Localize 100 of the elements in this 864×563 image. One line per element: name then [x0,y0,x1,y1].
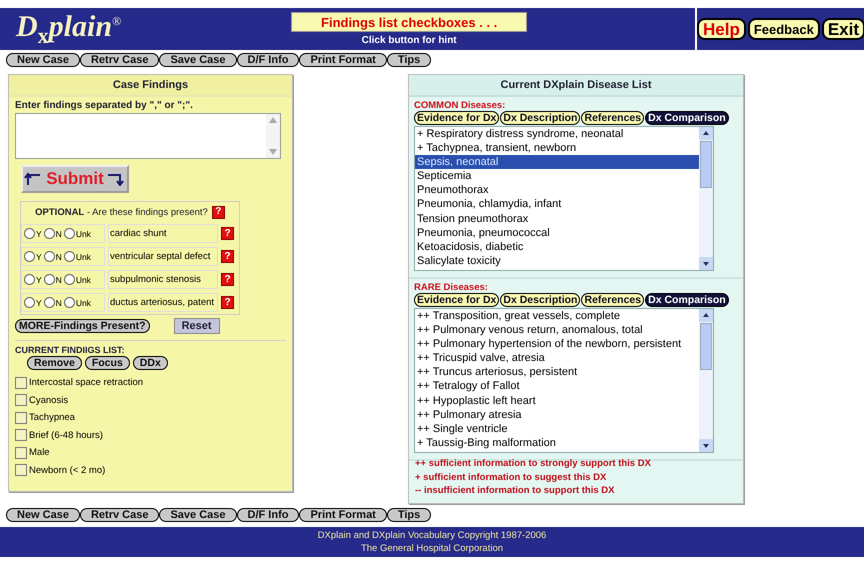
finding-label: Male [29,447,50,458]
scrollbar[interactable] [699,309,713,452]
disease-item[interactable]: ++ Truncus arteriosus, persistent [415,365,699,380]
disease-item[interactable]: Sepsis, neonatal [415,155,699,170]
header-button[interactable]: Help [697,18,746,40]
checkbox[interactable] [15,429,27,442]
disease-tab-button[interactable]: References [581,293,644,307]
radio-label: N [56,298,62,308]
disease-tab-button[interactable]: Dx Description [500,293,580,307]
list-button[interactable]: Remove [27,356,82,370]
arrow-icon [106,172,126,186]
disease-item[interactable]: ++ Transposition, great vessels, complete [415,309,699,324]
disease-item[interactable]: Ketoacidosis, diabetic [415,240,699,254]
finding-label: Brief (6-48 hours) [29,430,103,441]
radio-button[interactable] [44,274,55,285]
scrollbar[interactable] [699,127,713,270]
checkbox[interactable] [15,394,27,406]
disease-item[interactable]: Pneumothorax [415,183,699,198]
radio-button[interactable] [64,274,75,285]
help-button[interactable]: ? [221,250,234,263]
findings-input[interactable] [15,113,281,159]
header-button[interactable]: Exit [822,18,864,40]
disease-item[interactable]: Salicylate toxicity [415,254,699,268]
radio-label: Y [36,228,42,238]
disease-item[interactable]: + Taussig-Bing malformation [415,436,699,450]
nav-button[interactable]: Save Case [159,508,237,522]
reset-button[interactable]: Reset [174,318,220,334]
findings-list-title: CURRENT FINDIIGS LIST: [15,345,124,355]
disease-item[interactable]: ++ Single ventricle [415,422,699,436]
disease-item[interactable]: ++ Tricuspid valve, atresia [415,351,699,366]
more-findings-button[interactable]: MORE-Findings Present? [15,319,150,333]
checkbox[interactable] [15,446,27,459]
hint-subtitle: Click button for hint [362,35,457,46]
disease-item[interactable]: Septicemia [415,169,699,184]
nav-button[interactable]: New Case [6,53,80,67]
nav-button[interactable]: New Case [6,508,80,522]
finding-label: Newborn (< 2 mo) [29,464,106,476]
nav-button[interactable]: Tips [386,53,432,67]
disease-tab-button[interactable]: Evidence for Dx [414,111,500,125]
radio-button[interactable] [24,228,35,239]
finding-name: subpulmonic stenosis [108,270,218,289]
section-heading: RARE Diseases: [414,282,488,293]
radio-label: Y [36,252,42,262]
nav-button[interactable]: Print Format [299,508,387,522]
disease-item[interactable]: + Respiratory distress syndrome, neonatal [415,127,699,142]
scroll-up-icon[interactable] [699,309,713,322]
radio-button[interactable] [64,228,75,239]
disease-item[interactable]: Pneumonia, chlamydia, infant [415,197,699,212]
disease-tab-button[interactable]: References [581,111,644,125]
legend-text: -- insufficient information to support this DX [415,484,616,498]
help-button[interactable]: ? [221,273,234,286]
radio-label: N [56,228,62,238]
disease-item[interactable]: ++ Pulmonary venous return, anomalous, total [415,323,699,338]
finding-name: ventricular septal defect [108,247,218,266]
disease-tab-button[interactable]: Evidence for Dx [414,293,500,307]
finding-label: Cyanosis [29,394,68,406]
disease-tab-button[interactable]: Dx Comparison [645,293,729,307]
nav-button[interactable]: D/F Info [236,53,300,67]
help-button[interactable]: ? [221,296,234,309]
disease-tab-button[interactable]: Dx Comparison [645,111,729,125]
nav-button[interactable]: Print Format [299,53,387,67]
disease-tab-button[interactable]: Dx Description [500,111,580,125]
scroll-up-icon[interactable] [699,127,713,140]
help-button[interactable]: ? [212,206,225,218]
checkbox[interactable] [15,412,27,424]
disease-item[interactable]: ++ Pulmonary atresia [415,408,699,422]
footer-text: The General Hospital Corporation [360,542,504,555]
radio-button[interactable] [24,297,35,308]
disease-item[interactable]: ++ Pulmonary hypertension of the newborn, persistent [415,337,699,352]
radio-button[interactable] [44,228,55,239]
checkbox[interactable] [15,376,27,389]
nav-button[interactable]: D/F Info [236,508,300,522]
radio-label: Unk [76,274,91,284]
nav-button[interactable]: Tips [386,508,432,522]
optional-heading: OPTIONAL - Are these findings present? [35,206,208,218]
list-button[interactable]: DDx [132,356,168,370]
scroll-down-icon[interactable] [699,257,713,270]
radio-button[interactable] [64,297,75,308]
radio-button[interactable] [64,251,75,262]
hint-button[interactable]: Findings list checkboxes . . . [291,12,528,32]
disease-item[interactable]: ++ Tetralogy of Fallot [415,379,699,394]
disease-item[interactable]: Tension pneumothorax [415,212,699,226]
radio-button[interactable] [44,297,55,308]
checkbox[interactable] [15,464,27,476]
disease-item[interactable]: Pneumonia, pneumococcal [415,226,699,240]
list-button[interactable]: Focus [84,356,130,370]
nav-button[interactable]: Retrv Case [80,508,160,522]
nav-button[interactable]: Retrv Case [80,53,160,67]
finding-label: Intercostal space retraction [29,377,144,388]
nav-button[interactable]: Save Case [159,53,237,67]
disease-item[interactable]: + Tachypnea, transient, newborn [415,141,699,156]
legend-text: + sufficient information to suggest this DX [415,470,608,484]
scroll-down-icon[interactable] [699,439,713,452]
radio-button[interactable] [24,251,35,262]
radio-button[interactable] [44,251,55,262]
radio-button[interactable] [24,274,35,285]
header-button[interactable]: Feedback [748,18,820,40]
help-button[interactable]: ? [221,227,234,240]
disease-item[interactable]: ++ Hypoplastic left heart [415,394,699,408]
footer-text: DXplain and DXplain Vocabulary Copyright 1987-2006 [318,529,546,542]
